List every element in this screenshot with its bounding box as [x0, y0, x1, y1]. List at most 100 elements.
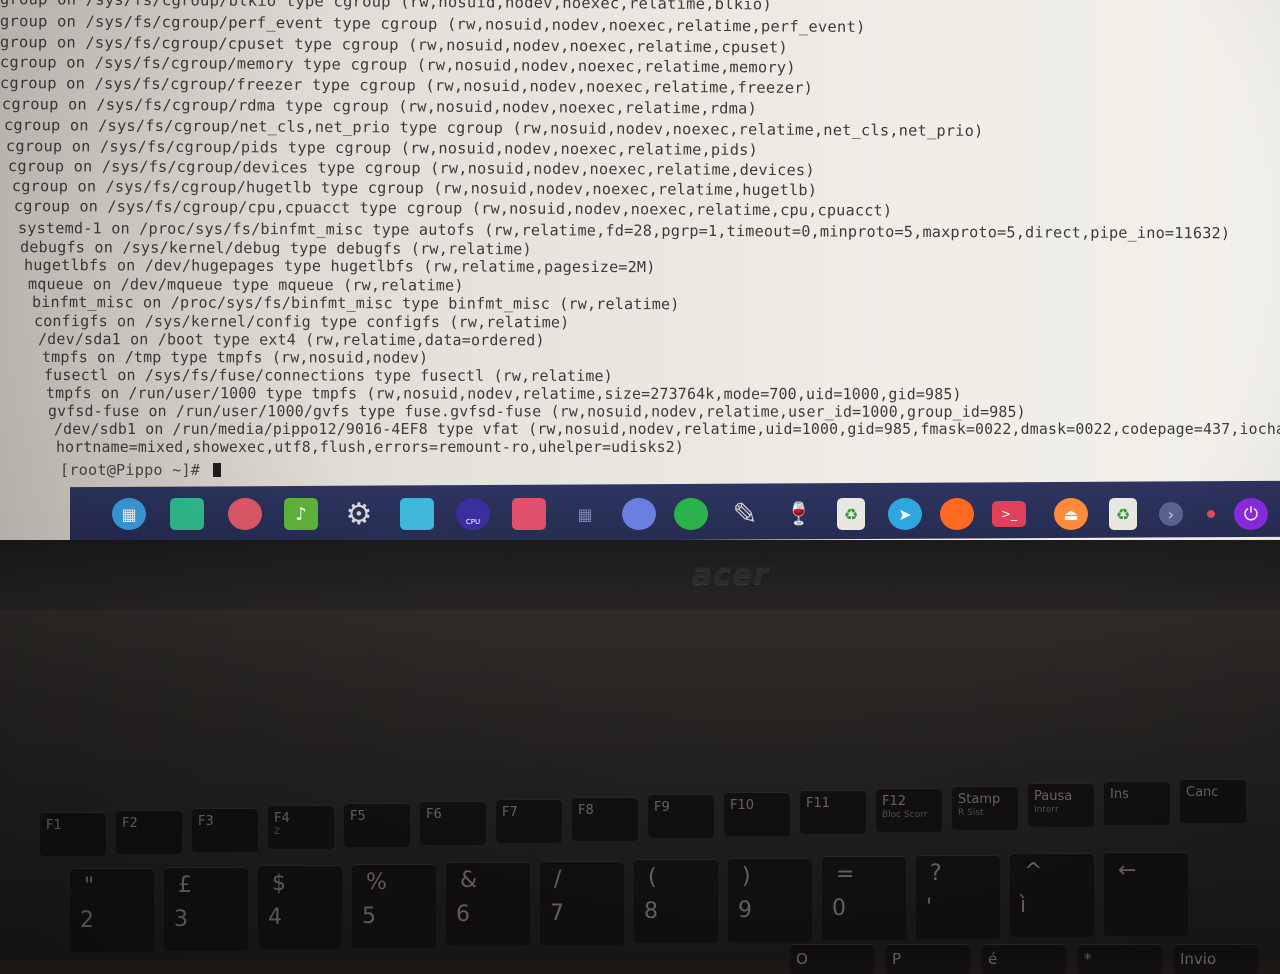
- key-label: F3: [198, 813, 214, 829]
- key-fn[interactable]: F11: [800, 790, 866, 834]
- terminal-line: gvfsd-fuse on /run/user/1000/gvfs type f…: [47, 402, 1026, 421]
- dock-item[interactable]: ▦: [110, 497, 148, 531]
- key-sublabel: Bloc Scorr: [882, 809, 928, 820]
- firefox-icon: [940, 498, 974, 530]
- key-fn[interactable]: F7: [496, 798, 562, 843]
- wine-icon: 🍷: [785, 501, 813, 527]
- trash-icon: ♻: [837, 498, 865, 530]
- key-top-label: ←: [1118, 857, 1137, 883]
- chevron-right-icon: ›: [1159, 502, 1183, 526]
- terminal-line: tmpfs on /run/user/1000 type tmpfs (rw,n…: [45, 384, 962, 404]
- key-fn[interactable]: Ins: [1104, 781, 1170, 826]
- key-number[interactable]: % 5: [352, 863, 436, 948]
- key-number[interactable]: ) 9: [728, 857, 812, 942]
- terminal-line: configfs on /sys/kernel/config type conf…: [33, 312, 570, 332]
- terminal-line: mqueue on /dev/mqueue type mqueue (rw,re…: [27, 275, 464, 295]
- terminal-line: hortname=mixed,showexec,utf8,flush,error…: [56, 438, 684, 456]
- dock-item[interactable]: CPU: [454, 497, 492, 531]
- terminal-line: group on /sys/fs/cgroup/blkio type cgrou…: [0, 0, 772, 14]
- terminal-prompt[interactable]: [root@Pippo ~]#: [60, 461, 221, 479]
- key-fn[interactable]: F10: [724, 792, 790, 837]
- key-letter[interactable]: P: [886, 944, 970, 974]
- key-number[interactable]: ? ': [916, 854, 1000, 939]
- key-number[interactable]: = 0: [822, 856, 906, 940]
- terminal-line: /dev/sda1 on /boot type ext4 (rw,relatim…: [37, 330, 545, 350]
- terminal-line: cgroup on /sys/fs/cgroup/pids type cgrou…: [5, 137, 758, 159]
- key-fn[interactable]: F1: [40, 812, 106, 856]
- key-fn[interactable]: F9: [648, 794, 714, 839]
- key-top-label: ?: [930, 860, 942, 886]
- key-letter[interactable]: Invio: [1174, 944, 1258, 974]
- dock-item[interactable]: [226, 497, 264, 531]
- dock-item[interactable]: [168, 497, 206, 531]
- dock-item[interactable]: [510, 497, 548, 531]
- key-fn[interactable]: Canc: [1180, 779, 1246, 823]
- key-bottom-label: 5: [362, 903, 376, 929]
- prompt-text: [root@Pippo ~]#: [60, 461, 210, 479]
- key-fn[interactable]: F12 Bloc Scorr: [876, 787, 942, 832]
- key-fn[interactable]: F4 Z: [268, 805, 334, 850]
- terminal-window[interactable]: group on /sys/fs/cgroup/blkio type cgrou…: [0, 0, 1280, 478]
- key-label: Pausa: [1034, 789, 1073, 805]
- key-number[interactable]: /7: [540, 860, 624, 945]
- key-letter[interactable]: O: [790, 944, 874, 974]
- key-bottom-label: 8: [644, 899, 658, 924]
- key-label: é: [988, 950, 998, 968]
- dock-item[interactable]: ♻: [832, 497, 870, 531]
- dock-item[interactable]: ✎: [726, 497, 764, 532]
- dock-item[interactable]: ▦: [566, 497, 604, 531]
- dock-item[interactable]: [1192, 497, 1230, 531]
- power-icon: ⏻: [1234, 498, 1268, 530]
- key-number[interactable]: ^ ì: [1010, 853, 1094, 937]
- key-number[interactable]: " 2: [70, 868, 154, 952]
- key-label: Canc: [1186, 785, 1219, 800]
- terminal-line: debugfs on /sys/kernel/debug type debugf…: [19, 238, 532, 259]
- key-top-label: (: [648, 865, 657, 890]
- key-sublabel: R Sist: [958, 807, 984, 818]
- key-label: P: [892, 950, 902, 968]
- dock-item[interactable]: ➤: [886, 497, 924, 531]
- dock-item[interactable]: [938, 497, 976, 531]
- key-label: O: [796, 950, 808, 968]
- key-letter[interactable]: *: [1078, 944, 1162, 974]
- key-letter[interactable]: é: [982, 944, 1066, 974]
- dock-item[interactable]: >_: [990, 497, 1028, 531]
- cpu-monitor-icon: CPU: [456, 498, 490, 530]
- key-label: Invio: [1180, 950, 1217, 968]
- music-icon: ♪: [284, 498, 318, 530]
- key-fn[interactable]: F8: [572, 796, 638, 841]
- dock-item[interactable]: ⚙: [340, 497, 378, 532]
- key-bottom-label: 4: [268, 905, 282, 930]
- key-number[interactable]: & 6: [446, 862, 530, 946]
- laptop-screen: group on /sys/fs/cgroup/blkio type cgrou…: [0, 0, 1280, 540]
- key-bottom-label: ì: [1020, 893, 1027, 918]
- key-fn[interactable]: Pausa Interr: [1028, 783, 1094, 828]
- key-label: F12: [882, 793, 907, 809]
- dock-item[interactable]: [672, 497, 710, 531]
- dock-item[interactable]: ♪: [282, 497, 320, 531]
- key-number[interactable]: (8: [634, 859, 718, 943]
- key-top-label: %: [366, 869, 387, 895]
- dock-item[interactable]: ›: [1152, 497, 1190, 531]
- terminal-line: tmpfs on /tmp type tmpfs (rw,nosuid,node…: [41, 348, 429, 367]
- key-fn[interactable]: Stamp R Sist: [952, 785, 1018, 830]
- terminal-icon: >_: [992, 501, 1026, 527]
- dock-item[interactable]: ⏻: [1232, 497, 1270, 531]
- dock-item[interactable]: [620, 497, 658, 531]
- dock-item[interactable]: 🍷: [780, 497, 818, 531]
- dock-item[interactable]: [398, 497, 436, 531]
- key-number[interactable]: ←: [1104, 851, 1188, 936]
- key-fn[interactable]: F5: [344, 803, 410, 848]
- key-fn[interactable]: F2: [116, 809, 182, 854]
- media-player-icon: [228, 498, 262, 530]
- key-fn[interactable]: F3: [192, 807, 258, 852]
- app-grid-icon: ▦: [112, 498, 146, 530]
- key-label: F9: [654, 800, 670, 816]
- key-fn[interactable]: F6: [420, 801, 486, 845]
- key-label: F5: [350, 809, 366, 825]
- dock-item[interactable]: ⏏: [1052, 497, 1090, 531]
- key-top-label: =: [836, 862, 855, 887]
- key-number[interactable]: $4: [258, 865, 342, 949]
- dock-item[interactable]: ♻: [1104, 497, 1142, 531]
- key-number[interactable]: £3: [164, 866, 248, 951]
